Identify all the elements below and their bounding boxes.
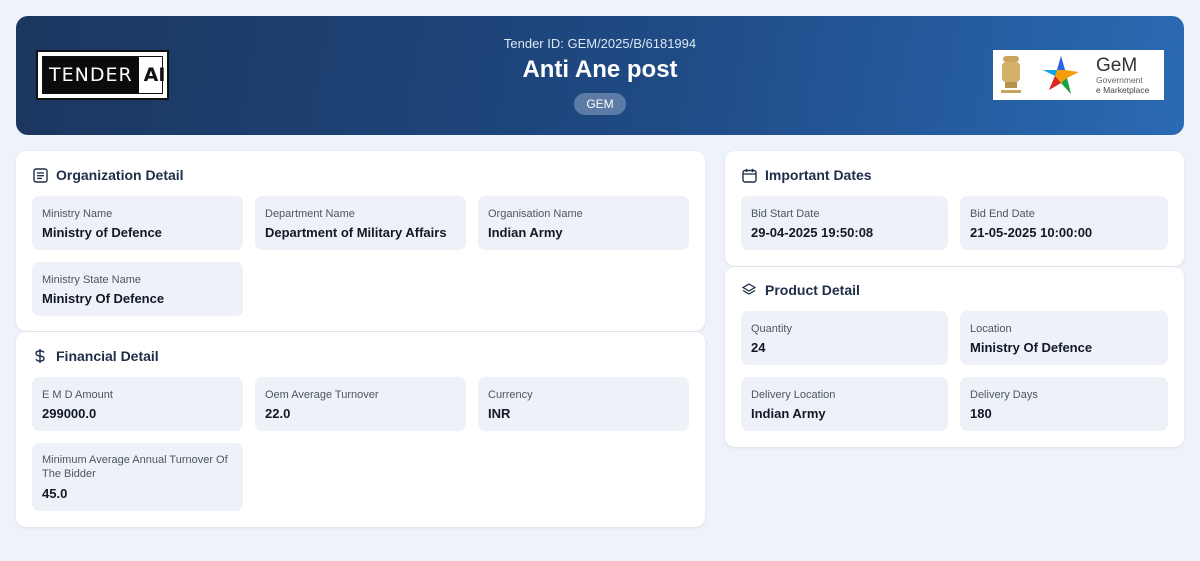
field-value: Ministry Of Defence bbox=[970, 340, 1093, 355]
ministry-state-name-field: Ministry State Name Ministry Of Defence bbox=[32, 262, 243, 316]
field-value: Ministry of Defence bbox=[42, 225, 162, 240]
department-name-field: Department Name Department of Military A… bbox=[255, 196, 466, 250]
currency-field: Currency INR bbox=[478, 377, 689, 431]
location-field: Location Ministry Of Defence bbox=[960, 311, 1168, 365]
field-value: Indian Army bbox=[751, 406, 826, 421]
organization-detail-title: Organization Detail bbox=[56, 167, 184, 183]
layers-icon bbox=[741, 282, 757, 298]
oem-average-turnover-field: Oem Average Turnover 22.0 bbox=[255, 377, 466, 431]
field-label: Ministry State Name bbox=[42, 274, 142, 286]
financial-detail-heading: Financial Detail bbox=[32, 348, 159, 364]
min-annual-turnover-field: Minimum Average Annual Turnover Of The B… bbox=[32, 443, 243, 511]
field-value: Indian Army bbox=[488, 225, 563, 240]
gem-logo-line1: Government bbox=[1096, 75, 1143, 85]
important-dates-title: Important Dates bbox=[765, 167, 872, 183]
quantity-field: Quantity 24 bbox=[741, 311, 948, 365]
emd-amount-field: E M D Amount 299000.0 bbox=[32, 377, 243, 431]
organization-detail-heading: Organization Detail bbox=[32, 167, 184, 183]
ministry-name-field: Ministry Name Ministry of Defence bbox=[32, 196, 243, 250]
field-label: Bid End Date bbox=[970, 208, 1035, 220]
organization-detail-card: Organization Detail Ministry Name Minist… bbox=[16, 151, 705, 331]
field-label: Delivery Days bbox=[970, 389, 1038, 401]
field-label: E M D Amount bbox=[42, 389, 113, 401]
product-detail-title: Product Detail bbox=[765, 282, 860, 298]
gem-logo: GeM Government e Marketplace bbox=[993, 50, 1164, 100]
gem-logo-name: GeM bbox=[1096, 55, 1137, 76]
financial-detail-title: Financial Detail bbox=[56, 348, 159, 364]
calendar-icon bbox=[741, 167, 757, 183]
bid-start-date-field: Bid Start Date 29-04-2025 19:50:08 bbox=[741, 196, 948, 250]
field-label: Location bbox=[970, 323, 1012, 335]
product-detail-heading: Product Detail bbox=[741, 282, 860, 298]
field-value: 45.0 bbox=[42, 486, 68, 501]
bid-end-date-field: Bid End Date 21-05-2025 10:00:00 bbox=[960, 196, 1168, 250]
list-icon bbox=[32, 167, 48, 183]
national-emblem-icon bbox=[1001, 56, 1021, 93]
organisation-name-field: Organisation Name Indian Army bbox=[478, 196, 689, 250]
source-badge: GEM bbox=[574, 93, 626, 115]
tender-id: Tender ID: GEM/2025/B/6181994 bbox=[503, 36, 697, 51]
field-label: Organisation Name bbox=[488, 208, 583, 220]
field-label: Department Name bbox=[265, 208, 355, 220]
field-value: INR bbox=[488, 406, 511, 421]
field-value: 21-05-2025 10:00:00 bbox=[970, 225, 1093, 240]
field-value: Ministry Of Defence bbox=[42, 291, 165, 306]
field-label: Bid Start Date bbox=[751, 208, 820, 220]
dollar-icon bbox=[32, 348, 48, 364]
field-value: 29-04-2025 19:50:08 bbox=[751, 225, 874, 240]
gem-logo-line2: e Marketplace bbox=[1096, 85, 1150, 95]
gem-logo-graphic: GeM Government e Marketplace bbox=[1001, 55, 1150, 95]
field-value: 24 bbox=[751, 340, 766, 355]
important-dates-heading: Important Dates bbox=[741, 167, 872, 183]
field-label: Delivery Location bbox=[751, 389, 836, 401]
field-label: Oem Average Turnover bbox=[265, 389, 379, 401]
field-label: Ministry Name bbox=[42, 208, 113, 220]
delivery-location-field: Delivery Location Indian Army bbox=[741, 377, 948, 431]
field-value: 299000.0 bbox=[42, 406, 97, 421]
important-dates-card: Important Dates Bid Start Date 29-04-202… bbox=[725, 151, 1184, 266]
field-label: Quantity bbox=[751, 323, 792, 335]
product-detail-card: Product Detail Quantity 24 Location Mini… bbox=[725, 267, 1184, 447]
field-label: Minimum Average Annual Turnover Of The B… bbox=[42, 454, 228, 480]
header-banner: TENDER AI Tender ID: GEM/2025/B/6181994 … bbox=[16, 16, 1184, 135]
field-label: Currency bbox=[488, 389, 533, 401]
gem-star-icon bbox=[1043, 56, 1079, 94]
field-value: 180 bbox=[970, 406, 992, 421]
delivery-days-field: Delivery Days 180 bbox=[960, 377, 1168, 431]
field-value: Department of Military Affairs bbox=[265, 225, 447, 240]
financial-detail-card: Financial Detail E M D Amount 299000.0 O… bbox=[16, 332, 705, 527]
field-value: 22.0 bbox=[265, 406, 291, 421]
